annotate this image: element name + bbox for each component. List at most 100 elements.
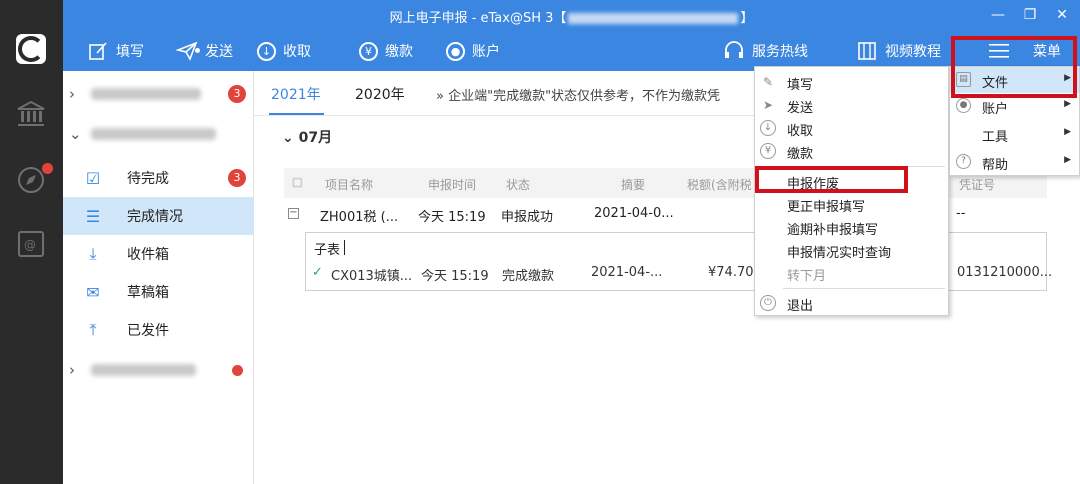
submenu-arrow-icon: ▶ bbox=[1064, 99, 1071, 109]
menu-item-label: 转下月 bbox=[787, 269, 827, 284]
hotline-button[interactable]: 服务热线 bbox=[723, 39, 808, 63]
menu-item-file[interactable]: ▤ 文件 ▶ bbox=[950, 67, 1079, 93]
menu-item-label: 工具 bbox=[982, 130, 1009, 145]
notification-dot bbox=[42, 163, 53, 174]
menu-item-exit[interactable]: ⏻ 退出 bbox=[755, 292, 948, 315]
yen-circle-icon: ¥ bbox=[359, 41, 378, 61]
chevron-down-icon: ⌄ bbox=[282, 130, 299, 146]
sidebar-group-2[interactable]: ⌄ bbox=[63, 115, 254, 153]
maximize-button[interactable]: ❐ bbox=[1020, 5, 1040, 25]
menu-item-label: 逾期补申报填写 bbox=[787, 223, 879, 238]
menu-item-label: 缴款 bbox=[787, 147, 814, 162]
sidebar-item-drafts[interactable]: ✉ 草稿箱 bbox=[63, 273, 254, 311]
menu-item-overdue[interactable]: 逾期补申报填写 bbox=[755, 216, 948, 239]
sidebar-item-label: 完成情况 bbox=[127, 209, 183, 225]
fill-label: 填写 bbox=[116, 44, 144, 60]
menu-item-help[interactable]: ? 帮助 ▶ bbox=[950, 149, 1079, 175]
sidebar-item-label: 收件箱 bbox=[127, 247, 169, 263]
bank-icon[interactable] bbox=[14, 97, 48, 131]
power-icon: ⏻ bbox=[760, 295, 776, 311]
paper-plane-icon: ➤ bbox=[762, 98, 774, 112]
sidebar-item-sent[interactable]: ⤒ 已发件 bbox=[63, 311, 254, 349]
download-circle-icon: ↓ bbox=[257, 41, 276, 61]
menu-item-label: 申报作废 bbox=[787, 177, 840, 192]
mail-icon[interactable]: @ bbox=[14, 227, 48, 261]
notice-text: » 企业端"完成缴款"状态仅供参考，不作为缴款凭 bbox=[436, 89, 721, 104]
account-button[interactable]: ● 账户 bbox=[446, 39, 500, 63]
file-icon: ▤ bbox=[956, 72, 971, 87]
headset-icon bbox=[723, 40, 745, 62]
month-group-header[interactable]: ⌄ 07月 bbox=[282, 127, 332, 147]
edit-icon: ✎ bbox=[762, 75, 774, 89]
menu-item-receive[interactable]: ↓ 收取 bbox=[755, 117, 948, 140]
col-report-time: 申报时间 bbox=[428, 178, 477, 192]
minimize-button[interactable]: — bbox=[988, 5, 1008, 25]
download-circle-icon: ↓ bbox=[760, 120, 776, 136]
sidebar-item-pending[interactable]: ☑ 待完成 3 bbox=[63, 159, 254, 197]
sidebar-item-completed[interactable]: ☰ 完成情况 bbox=[63, 197, 254, 235]
cell-summary: 2021-04-0... bbox=[594, 206, 674, 221]
menu-item-label: 文件 bbox=[982, 76, 1009, 91]
pay-button[interactable]: ¥ 缴款 bbox=[359, 39, 413, 63]
menu-item-next-month: 转下月 bbox=[755, 262, 948, 285]
send-button[interactable]: 发送 bbox=[176, 39, 233, 63]
menu-item-query[interactable]: 申报情况实时查询 bbox=[755, 239, 948, 262]
clipboard-check-icon: ☑ bbox=[85, 168, 101, 188]
text-cursor bbox=[344, 240, 345, 255]
menu-item-tools[interactable]: 工具 ▶ bbox=[950, 121, 1079, 147]
cell-time: 今天 15:19 bbox=[418, 210, 486, 225]
edit-icon bbox=[87, 40, 109, 62]
menu-item-label: 更正申报填写 bbox=[787, 200, 866, 215]
collapse-toggle[interactable]: − bbox=[288, 208, 299, 219]
video-label: 视频教程 bbox=[885, 44, 941, 60]
col-summary: 摘要 bbox=[621, 178, 646, 192]
draft-icon: ✉ bbox=[86, 282, 100, 302]
menu-item-fill[interactable]: ✎ 填写 bbox=[755, 71, 948, 94]
col-tax-amount: 税额(含附税 bbox=[687, 178, 752, 192]
menu-item-send[interactable]: ➤ 发送 bbox=[755, 94, 948, 117]
cell-voucher: 0131210000... bbox=[957, 265, 1053, 280]
sidebar-item-label: 草稿箱 bbox=[127, 285, 169, 301]
menu-separator bbox=[783, 288, 945, 289]
month-label: 07月 bbox=[298, 130, 333, 146]
sidebar-group-1[interactable]: › 3 bbox=[63, 75, 254, 113]
chevron-right-icon: › bbox=[69, 85, 75, 103]
cell-name: CX013城镇... bbox=[331, 269, 413, 284]
app-rail: @ bbox=[0, 0, 63, 484]
tab-2020[interactable]: 2020年 bbox=[355, 84, 405, 104]
menu-label: 菜单 bbox=[1033, 44, 1061, 60]
user-icon: ● bbox=[956, 98, 971, 113]
fill-button[interactable]: 填写 bbox=[87, 39, 144, 63]
inbox-icon: ⤓ bbox=[89, 244, 97, 263]
tab-2021[interactable]: 2021年 bbox=[271, 84, 321, 104]
hamburger-icon bbox=[988, 40, 1010, 62]
menu-item-account[interactable]: ● 账户 ▶ bbox=[950, 93, 1079, 119]
yen-circle-icon: ¥ bbox=[760, 143, 776, 159]
checkbox-column-header: ☐ bbox=[292, 176, 303, 190]
dropdown-menu: ✎ 填写 ➤ 发送 ↓ 收取 ¥ 缴款 申报作废 更正申报填写 逾期补申报填写 … bbox=[754, 66, 949, 316]
close-button[interactable]: ✕ bbox=[1052, 5, 1072, 25]
subtable-title: 子表 bbox=[314, 243, 341, 258]
chevron-right-icon: › bbox=[69, 361, 75, 379]
col-voucher: 凭证号 bbox=[959, 178, 996, 192]
toolbar: 填写 发送 ↓ 收取 ¥ 缴款 ● 账户 服务热线 视频教程 菜单 bbox=[63, 31, 1080, 71]
sidebar-item-inbox[interactable]: ⤓ 收件箱 bbox=[63, 235, 254, 273]
menu-button[interactable]: 菜单 bbox=[988, 39, 1061, 63]
redacted-group-name bbox=[91, 364, 196, 376]
menu-item-pay[interactable]: ¥ 缴款 bbox=[755, 140, 948, 163]
receive-button[interactable]: ↓ 收取 bbox=[257, 39, 311, 63]
redacted-group-name bbox=[91, 88, 201, 100]
help-icon: ? bbox=[956, 154, 971, 169]
app-logo-icon[interactable] bbox=[16, 34, 46, 64]
menu-separator bbox=[783, 166, 945, 167]
video-tutorial-button[interactable]: 视频教程 bbox=[856, 39, 941, 63]
chevron-down-icon: ⌄ bbox=[69, 125, 82, 143]
sidebar-group-3[interactable]: › bbox=[63, 351, 254, 389]
film-icon bbox=[856, 40, 878, 62]
menu-item-label: 帮助 bbox=[982, 158, 1009, 173]
window-title: 网上电子申报 - eTax@SH 3【】 bbox=[389, 11, 754, 26]
menu-item-void[interactable]: 申报作废 bbox=[755, 170, 948, 193]
account-label: 账户 bbox=[472, 44, 500, 60]
menu-item-correct[interactable]: 更正申报填写 bbox=[755, 193, 948, 216]
menu-item-label: 填写 bbox=[787, 78, 814, 93]
